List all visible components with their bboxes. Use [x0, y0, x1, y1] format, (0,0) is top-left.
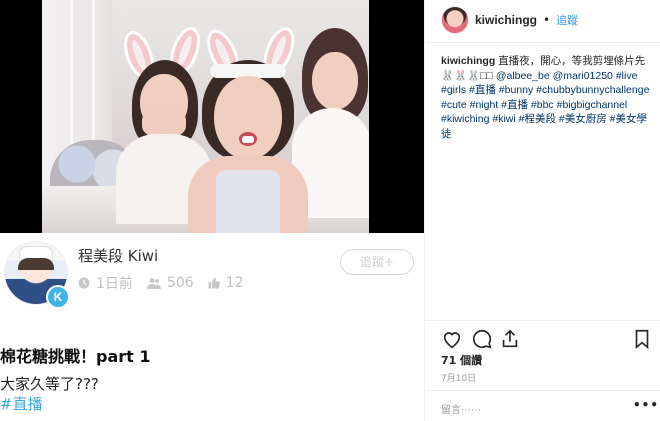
channel-profile: K 程美段 Kiwi 1日前 506 12 追蹤+ 棉花糖挑戰！part 1 大…	[0, 233, 424, 421]
caption-tag[interactable]: #直播	[501, 99, 528, 111]
caption-tag[interactable]: #bigbigchannel	[557, 99, 628, 111]
caption-tag[interactable]: #girls	[441, 84, 466, 96]
bookmark-icon[interactable]	[631, 328, 653, 350]
caption-tag[interactable]: @albee_be	[496, 70, 550, 82]
caption-tag[interactable]: #程美段	[519, 113, 556, 125]
caption-tag[interactable]: #cute	[441, 99, 467, 111]
post-hashtag[interactable]: #直播	[0, 393, 43, 414]
live-video-player[interactable]	[0, 0, 424, 233]
caption-username[interactable]: kiwichingg	[441, 55, 495, 67]
comment-divider	[425, 390, 660, 391]
caption-tag[interactable]: #美女廚房	[559, 113, 607, 125]
viewer-count: 506	[166, 275, 194, 291]
follow-link[interactable]: 追蹤	[556, 12, 578, 28]
instagram-post-panel: kiwichingg • 追蹤 kiwichingg 直播夜，開心，等我剪埋條片…	[424, 0, 660, 421]
post-title: 棉花糖挑戰！part 1	[0, 347, 151, 366]
caption-tag[interactable]: #kiwi	[492, 113, 515, 125]
caption-tag[interactable]: #bunny	[499, 84, 533, 96]
heart-icon[interactable]	[441, 328, 463, 350]
caption-tag[interactable]: #bbc	[531, 99, 554, 111]
username[interactable]: kiwichingg	[475, 13, 537, 27]
share-icon[interactable]	[499, 328, 521, 350]
caption-tag[interactable]: #night	[470, 99, 499, 111]
people-icon	[146, 278, 161, 289]
follow-button[interactable]: 追蹤+	[340, 249, 414, 275]
thumbs-up-icon	[208, 277, 220, 289]
likes-count[interactable]: 71 個讚	[441, 352, 482, 368]
user-avatar[interactable]	[441, 6, 469, 34]
header-divider	[425, 42, 660, 43]
kiwi-badge-icon: K	[46, 285, 70, 309]
clock-icon	[78, 277, 90, 289]
video-frame	[42, 0, 369, 233]
separator-dot: •	[543, 13, 551, 27]
comment-icon[interactable]	[471, 328, 493, 350]
caption-tag[interactable]: @mari01250	[553, 70, 613, 82]
more-options-icon[interactable]: •••	[633, 398, 659, 412]
like-count: 12	[225, 275, 244, 291]
channel-meta: 1日前 506 12	[78, 273, 243, 293]
caption-tag[interactable]: #chubbybunnychallenge	[536, 84, 649, 96]
kiwi-live-card: K 程美段 Kiwi 1日前 506 12 追蹤+ 棉花糖挑戰！part 1 大…	[0, 0, 424, 421]
caption-tag[interactable]: #kiwiching	[441, 113, 489, 125]
marshmallow	[242, 136, 254, 143]
caption-tag[interactable]: #live	[616, 70, 638, 82]
time-ago: 1日前	[96, 276, 133, 292]
caption-tag[interactable]: #直播	[469, 84, 496, 96]
post-caption: kiwichingg 直播夜，開心，等我剪埋條片先🐰🐰🐰□□ @albee_be…	[441, 54, 651, 141]
channel-name[interactable]: 程美段 Kiwi	[78, 245, 158, 266]
post-actions	[441, 328, 651, 352]
comment-input[interactable]: 留言⋯⋯	[441, 401, 481, 416]
actions-divider	[425, 320, 660, 321]
person-center	[182, 20, 312, 233]
post-header: kiwichingg • 追蹤	[441, 6, 578, 34]
post-description: 大家久等了???	[0, 375, 99, 393]
post-date: 7月10日	[441, 374, 477, 384]
